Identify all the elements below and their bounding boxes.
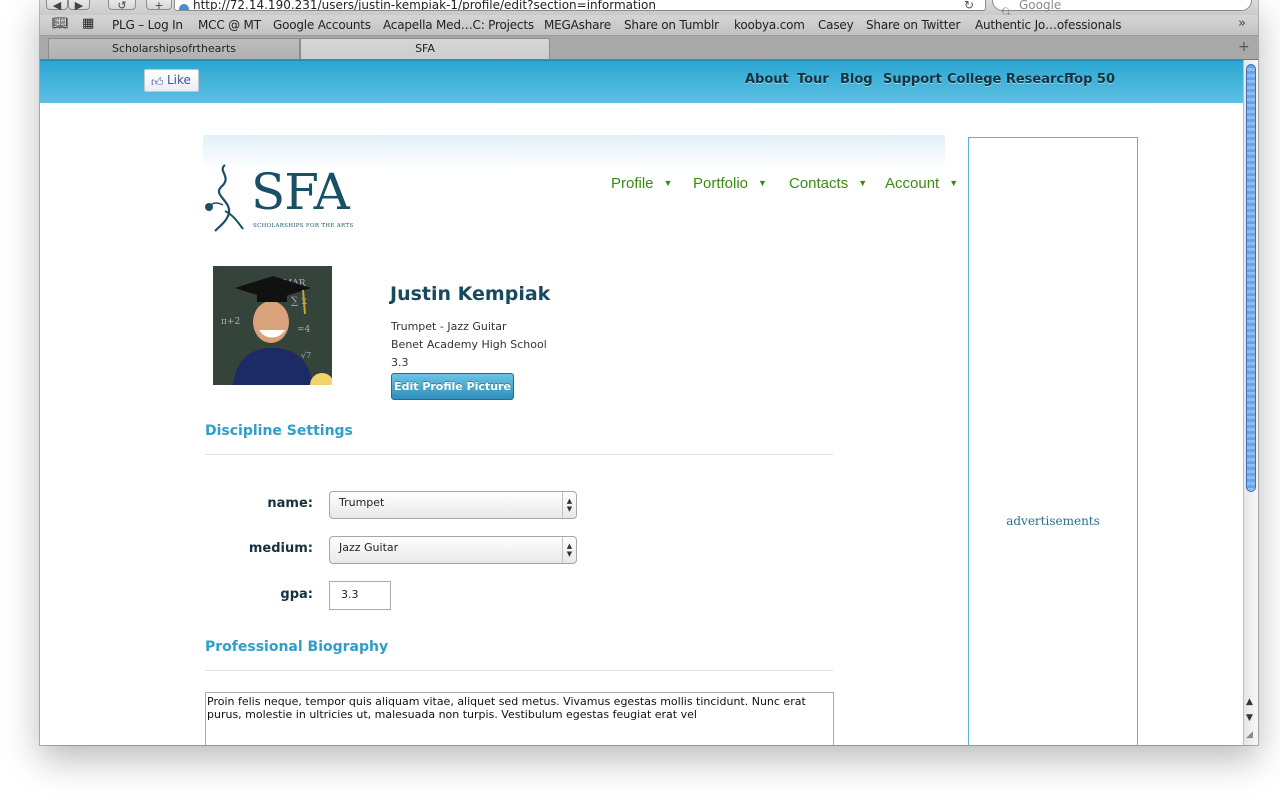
select-arrows-icon: ▲ ▼ [562,537,576,563]
browser-window: ◀ ▶ ↺ + http://72.14.190.231/users/justi… [40,0,1258,745]
bookmark-mcc[interactable]: MCC @ MT [198,18,261,32]
back-icon: ◀ [52,0,62,12]
site-header: 👍︎ Like About Tour Blog Support College … [40,60,1243,103]
name-select-value: Trumpet [339,496,385,509]
globe-icon [179,4,189,10]
dropdown-arrow-icon: ▼ [949,178,959,188]
bookmark-google-accounts[interactable]: Google Accounts [273,18,371,32]
profile-name: Justin Kempiak [390,283,551,305]
bookmark-tumblr[interactable]: Share on Tumblr [624,18,719,32]
reading-list-icon[interactable]: 📖︎ [52,16,69,31]
sfa-logo[interactable]: SFA SCHOLARSHIPS FOR THE ARTS [203,161,363,235]
tab-label: SFA [415,42,435,55]
avatar-photo: MAR ∑ x π+2 =4 √7 [213,266,332,385]
history-button[interactable]: ↺ [108,0,136,12]
resize-grip-icon[interactable]: ◢ [1246,730,1253,740]
section-title-biography: Professional Biography [205,639,389,655]
vertical-scrollbar[interactable]: ▲ ▼ ◢ [1243,60,1258,745]
add-bookmark-button[interactable]: + [146,0,172,12]
forward-icon: ▶ [74,0,84,12]
search-input[interactable]: 🔍︎ Google [992,0,1252,15]
topnav-tour[interactable]: Tour [797,72,829,87]
dropdown-arrow-icon: ▼ [858,178,868,188]
logo-wordmark: SFA [251,163,350,221]
topnav-blog[interactable]: Blog [840,72,873,87]
reload-icon[interactable]: ↻ [964,0,974,12]
advertisement-panel: advertisements [968,137,1138,745]
select-arrows-icon: ▲ ▼ [562,492,576,518]
edit-profile-picture-button[interactable]: Edit Profile Picture [391,373,514,400]
nav-profile[interactable]: Profile ▼ [611,175,672,192]
profile-gpa: 3.3 [391,356,409,369]
nav-contacts[interactable]: Contacts ▼ [789,175,867,192]
dropdown-arrow-icon: ▼ [758,178,767,188]
advertisements-label: advertisements [1006,514,1100,528]
back-button[interactable]: ◀ [46,0,68,12]
biography-textarea[interactable]: Proin felis neque, tempor quis aliquam v… [205,692,834,745]
scrollbar-thumb[interactable] [1246,64,1256,492]
tab-label: Scholarshipsofrthearts [111,42,236,55]
profile-school: Benet Academy High School [391,338,547,351]
svg-text:√7: √7 [301,351,311,360]
divider [205,454,833,455]
medium-label: medium: [248,541,313,556]
profile-disciplines: Trumpet - Jazz Guitar [391,320,507,333]
bookmark-koobya[interactable]: koobya.com [734,18,805,32]
scroll-down-icon[interactable]: ▼ [1246,713,1253,723]
search-placeholder: Google [1019,0,1062,12]
gpa-label: gpa: [280,587,313,602]
thumbs-up-icon: 👍︎ [151,75,164,89]
tab-scholarships[interactable]: Scholarshipsofrthearts [48,38,300,59]
history-icon: ↺ [117,0,127,12]
new-tab-icon[interactable]: + [1238,39,1250,55]
url-text: http://72.14.190.231/users/justin-kempia… [193,0,656,11]
bookmark-authentic[interactable]: Authentic Jo…ofessionals [975,18,1122,32]
bookmark-megashare[interactable]: MEGAshare [544,18,611,32]
top-sites-icon[interactable]: ▦ [82,16,94,31]
topnav-college-research[interactable]: College Research [947,72,1073,87]
facebook-like-button[interactable]: 👍︎ Like [144,69,199,92]
scroll-up-icon[interactable]: ▲ [1246,697,1253,707]
tab-bar: Scholarshipsofrthearts SFA + [40,36,1258,60]
divider [205,670,833,671]
topnav-about[interactable]: About [745,72,789,87]
forward-button[interactable]: ▶ [68,0,90,12]
profile-picture: MAR ∑ x π+2 =4 √7 [213,266,332,385]
svg-text:=4: =4 [297,325,311,335]
bookmarks-bar: 📖︎ ▦ PLG – Log In MCC @ MT Google Accoun… [40,15,1258,36]
svg-text:π+2: π+2 [221,317,240,327]
bookmark-plg[interactable]: PLG – Log In [112,18,183,32]
name-label: name: [267,496,313,511]
page-content: SFA SCHOLARSHIPS FOR THE ARTS Profile ▼ P… [40,103,1243,745]
tab-sfa[interactable]: SFA [300,38,550,59]
dropdown-arrow-icon: ▼ [663,178,673,188]
medium-select[interactable]: Jazz Guitar ▲ ▼ [329,536,577,564]
search-icon: 🔍︎ [1001,8,1014,15]
browser-toolbar: ◀ ▶ ↺ + http://72.14.190.231/users/justi… [40,0,1258,15]
bookmark-casey[interactable]: Casey [818,18,854,32]
like-label: Like [167,73,191,87]
plus-icon: + [154,0,164,12]
music-note-logo-icon [205,164,244,232]
nav-portfolio[interactable]: Portfolio ▼ [693,175,767,192]
name-select[interactable]: Trumpet ▲ ▼ [329,491,577,519]
topnav-support[interactable]: Support [883,72,942,87]
bookmarks-overflow-icon[interactable]: » [1238,16,1246,31]
bookmark-twitter[interactable]: Share on Twitter [866,18,960,32]
topnav-top-50[interactable]: Top 50 [1067,72,1115,87]
logo-tagline: SCHOLARSHIPS FOR THE ARTS [253,223,354,229]
section-title-discipline: Discipline Settings [205,423,353,439]
medium-select-value: Jazz Guitar [339,541,399,554]
gpa-input[interactable]: 3.3 [329,581,391,610]
bookmark-acapella[interactable]: Acapella Med…C: Projects [383,18,534,32]
nav-account[interactable]: Account ▼ [885,175,958,192]
address-bar[interactable]: http://72.14.190.231/users/justin-kempia… [174,0,986,11]
